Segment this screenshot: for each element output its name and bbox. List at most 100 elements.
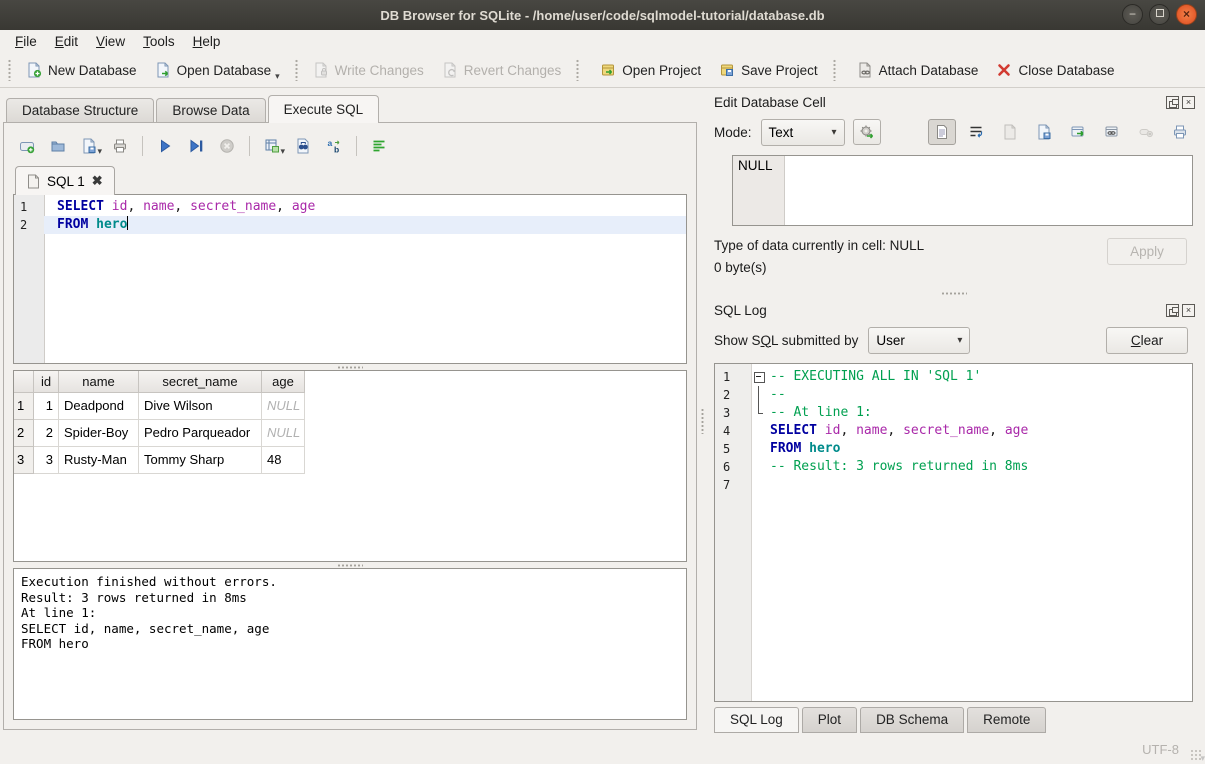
play-to-line-icon [188, 138, 204, 154]
open-sql-tab-button[interactable] [15, 134, 39, 158]
close-panel-icon[interactable]: × [1182, 304, 1195, 317]
apply-cell-changes-button[interactable] [853, 119, 881, 145]
close-database-button[interactable]: Close Database [987, 57, 1123, 84]
save-sql-file-button[interactable]: ▾ [77, 134, 101, 158]
save-project-button[interactable]: Save Project [710, 57, 827, 84]
cell-value-area[interactable] [785, 156, 1192, 225]
execute-all-button[interactable] [153, 134, 177, 158]
sql-log-view[interactable]: 1-- EXECUTING ALL IN 'SQL 1'2--3-- At li… [714, 363, 1193, 702]
results-table[interactable]: idnamesecret_nameage11DeadpondDive Wilso… [13, 370, 687, 562]
sql-log-dock-title: SQL Log × [714, 300, 1195, 320]
bottom-tab-remote[interactable]: Remote [967, 707, 1046, 733]
clear-button[interactable]: Clear [1106, 327, 1188, 354]
resize-grip[interactable] [1190, 749, 1202, 761]
row-number[interactable]: 3 [14, 447, 34, 474]
close-button[interactable]: × [1176, 4, 1197, 25]
toolbar-handle[interactable] [7, 59, 12, 81]
open-database-button[interactable]: Open Database ▾ [146, 57, 289, 84]
bottom-tab-plot[interactable]: Plot [802, 707, 857, 733]
sql-doc-tab[interactable]: SQL 1 ✖ [15, 166, 115, 195]
titlebar[interactable]: DB Browser for SQLite - /home/user/code/… [0, 0, 1205, 30]
svg-text:b: b [334, 145, 339, 155]
row-number[interactable]: 1 [14, 393, 34, 420]
menu-view[interactable]: View [87, 32, 134, 51]
cell-value-editor[interactable]: NULL [732, 155, 1193, 226]
tab-execute-sql[interactable]: Execute SQL [268, 95, 380, 123]
line-number: 2 [715, 386, 751, 404]
column-header-id[interactable]: id [34, 371, 59, 393]
horizontal-splitter[interactable] [711, 290, 1196, 296]
word-wrap-button[interactable] [962, 119, 990, 145]
menu-help[interactable]: Help [184, 32, 230, 51]
toolbar-handle[interactable] [294, 59, 299, 81]
write-changes-button: Write Changes [304, 57, 433, 84]
print-cell-button[interactable] [1166, 119, 1194, 145]
menu-edit[interactable]: Edit [46, 32, 87, 51]
mode-label: Mode: [714, 125, 752, 140]
minimize-button[interactable]: − [1122, 4, 1143, 25]
column-header-secret-name[interactable]: secret_name [139, 371, 262, 393]
encoding-indicator[interactable]: UTF-8 [1142, 742, 1179, 757]
export-results-button[interactable]: ▾ [260, 134, 284, 158]
sql-editor[interactable]: 1SELECT id, name, secret_name, age2FROM … [13, 194, 687, 364]
table-cell[interactable]: 48 [262, 447, 305, 474]
code-text: -- Result: 3 rows returned in 8ms [765, 458, 1192, 476]
vertical-splitter[interactable] [700, 88, 705, 734]
replace-button[interactable]: ab [322, 134, 346, 158]
table-cell[interactable]: Deadpond [59, 393, 139, 420]
export-table-icon [264, 138, 280, 154]
tab-browse-data[interactable]: Browse Data [156, 98, 265, 122]
table-cell[interactable]: Spider-Boy [59, 420, 139, 447]
execute-line-button[interactable] [184, 134, 208, 158]
horizontal-splitter[interactable] [13, 364, 687, 370]
code-line: 6-- Result: 3 rows returned in 8ms [715, 458, 1192, 476]
open-project-button[interactable]: Open Project [591, 57, 710, 84]
bottom-tab-db-schema[interactable]: DB Schema [860, 707, 964, 733]
print-button[interactable] [108, 134, 132, 158]
menu-file[interactable]: File [6, 32, 46, 51]
new-database-button[interactable]: New Database [17, 57, 146, 84]
mode-select[interactable]: Text ▾ [761, 119, 845, 146]
table-cell[interactable]: Pedro Parqueador [139, 420, 262, 447]
horizontal-splitter[interactable] [13, 562, 687, 568]
float-panel-icon[interactable] [1166, 304, 1179, 317]
table-cell[interactable]: NULL [262, 393, 305, 420]
copy-link-button[interactable] [1098, 119, 1126, 145]
edit-cell-dock-title: Edit Database Cell × [714, 92, 1195, 112]
table-cell[interactable]: Dive Wilson [139, 393, 262, 420]
close-tab-icon[interactable]: ✖ [92, 173, 103, 189]
table-cell[interactable]: NULL [262, 420, 305, 447]
table-cell[interactable]: Tommy Sharp [139, 447, 262, 474]
toolbar-handle[interactable] [575, 59, 580, 81]
row-number[interactable]: 2 [14, 420, 34, 447]
column-header-name[interactable]: name [59, 371, 139, 393]
export-dropdown-icon[interactable]: ▾ [280, 146, 285, 157]
column-header-age[interactable]: age [262, 371, 305, 393]
open-database-dropdown-icon[interactable]: ▾ [275, 71, 280, 82]
tab-database-structure[interactable]: Database Structure [6, 98, 154, 122]
open-sql-file-button[interactable] [46, 134, 70, 158]
maximize-button[interactable] [1149, 4, 1170, 25]
close-panel-icon[interactable]: × [1182, 96, 1195, 109]
submitter-select[interactable]: User ▾ [868, 327, 970, 354]
menu-tools[interactable]: Tools [134, 32, 184, 51]
open-in-external-button[interactable] [1064, 119, 1092, 145]
table-cell[interactable]: 1 [34, 393, 59, 420]
attach-database-button[interactable]: Attach Database [848, 57, 988, 84]
toolbar-handle[interactable] [832, 59, 837, 81]
bottom-tab-sql-log[interactable]: SQL Log [714, 707, 799, 733]
fold-marker-icon[interactable] [751, 368, 765, 386]
text-mode-button[interactable] [928, 119, 956, 145]
code-line: 3-- At line 1: [715, 404, 1192, 422]
filter-label: Show SQL submitted by [714, 333, 858, 348]
code-text: SELECT id, name, secret_name, age [44, 198, 686, 216]
export-cell-data-button[interactable] [1030, 119, 1058, 145]
table-cell[interactable]: Rusty-Man [59, 447, 139, 474]
find-button[interactable] [291, 134, 315, 158]
table-cell[interactable]: 2 [34, 420, 59, 447]
float-panel-icon[interactable] [1166, 96, 1179, 109]
format-sql-button[interactable] [367, 134, 391, 158]
table-cell[interactable]: 3 [34, 447, 59, 474]
save-dropdown-icon[interactable]: ▾ [97, 146, 102, 157]
import-cell-data-button[interactable]: ▾ [996, 119, 1024, 145]
